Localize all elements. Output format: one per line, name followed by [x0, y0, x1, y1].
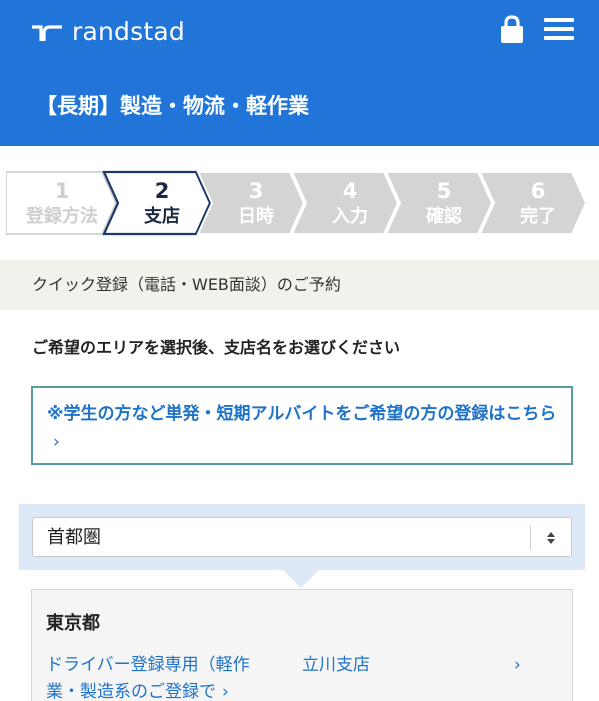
step-number: 5 [437, 179, 452, 203]
step-number: 6 [531, 179, 546, 203]
step-number: 3 [249, 179, 264, 203]
branch-item-tachikawa[interactable]: 立川支店 › [302, 652, 532, 679]
chevron-right-icon: › [53, 432, 60, 452]
randstad-logo-icon [32, 25, 62, 41]
branch-instruction: ご希望のエリアを選択後、支店名をお選びください [32, 338, 401, 357]
chevron-right-icon: › [514, 655, 521, 675]
branch-panel: 東京都 ドライバー登録専用（軽作業・製造系のご登録で › 立川支店 › [31, 589, 573, 701]
branch-item-label: ドライバー登録専用（軽作業・製造系のご登録で [46, 655, 250, 701]
brand-name: randstad [72, 16, 185, 46]
job-category-title: 【長期】製造・物流・軽作業 [36, 94, 309, 118]
step-3: 3 日時 [196, 171, 306, 235]
region-panel: 首都圏 [19, 504, 585, 570]
step-label: 支店 [143, 205, 180, 227]
region-select[interactable]: 首都圏 [32, 517, 572, 557]
step-number: 1 [55, 179, 70, 203]
select-divider [530, 526, 531, 550]
student-registration-text: ※学生の方など単発・短期アルバイトをご希望の方の登録はこちら› [47, 400, 559, 456]
step-label: 日時 [238, 206, 274, 227]
step-4: 4 入力 [290, 171, 400, 235]
region-select-value: 首都圏 [47, 527, 101, 548]
subheader-bar: クイック登録（電話・WEB面談）のご予約 [0, 260, 599, 310]
branch-item-driver[interactable]: ドライバー登録専用（軽作業・製造系のご登録で › [46, 652, 268, 701]
step-2: 2支店 [102, 170, 212, 236]
step-number: 4 [343, 179, 358, 203]
hamburger-menu-icon[interactable] [544, 18, 574, 42]
subheader-text: クイック登録（電話・WEB面談）のご予約 [32, 275, 341, 294]
step-label: 確認 [426, 205, 462, 227]
randstad-logo[interactable]: randstad [30, 14, 185, 48]
branch-item-label: 立川支店 [302, 655, 370, 675]
lock-icon[interactable] [500, 14, 524, 44]
step-label: 完了 [520, 205, 556, 227]
header-bar: randstad 【長期】製造・物流・軽作業 [0, 0, 599, 146]
prefecture-heading: 東京都 [46, 613, 100, 634]
chevron-right-icon: › [222, 682, 229, 701]
step-5: 5確認 [384, 171, 494, 235]
registration-steps: 1 登録方法 2 支店 3 日時 4 入力 5 確認 6 完了 [6, 170, 596, 236]
step-label: 入力 [332, 206, 368, 227]
step-number: 2 [155, 179, 170, 203]
step-1: 1登録方法 [6, 171, 117, 235]
panel-pointer [283, 570, 319, 588]
step-6: 6完了 [478, 171, 588, 235]
select-arrows-icon [547, 532, 555, 544]
student-registration-link[interactable]: ※学生の方など単発・短期アルバイトをご希望の方の登録はこちら› [31, 386, 573, 465]
step-label: 登録方法 [25, 205, 98, 227]
